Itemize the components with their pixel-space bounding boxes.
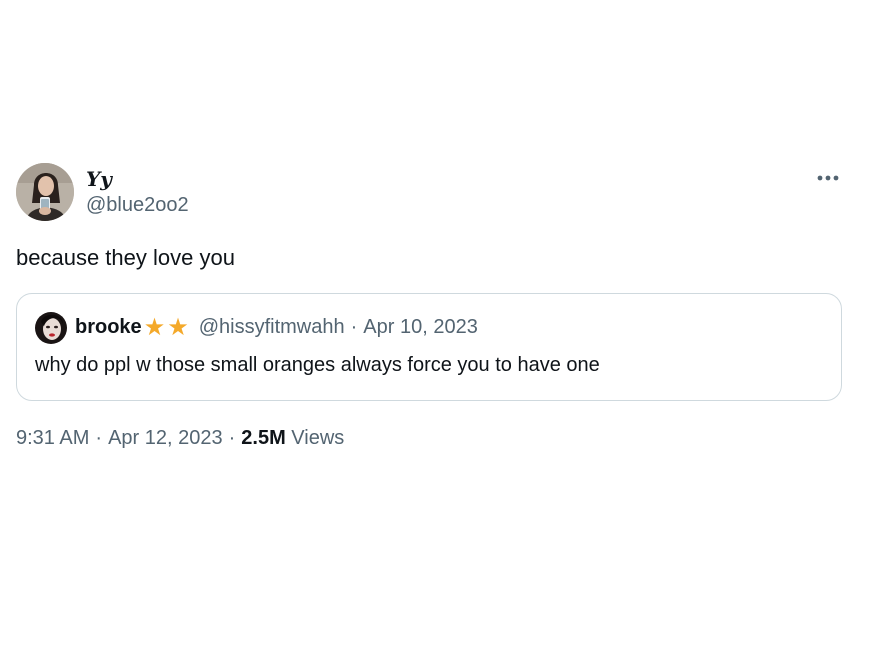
more-options-button[interactable]: [814, 168, 842, 188]
quoted-author-badges: ★ ★: [143, 313, 191, 341]
meta-separator: ·: [95, 426, 103, 449]
tweet-meta: 9:31 AM · Apr 12, 2023 · 2.5M Views: [16, 427, 842, 450]
tweet-header: Yy @blue2oo2: [16, 162, 842, 222]
author-handle[interactable]: @blue2oo2: [86, 193, 189, 217]
views-label: Views: [291, 426, 345, 449]
author-avatar-image: [16, 163, 74, 221]
author-display-name[interactable]: Yy: [86, 167, 189, 191]
quoted-author-avatar[interactable]: [35, 311, 67, 344]
star-icon: ★: [167, 313, 189, 341]
quoted-author-name[interactable]: brooke: [75, 316, 142, 339]
tweet-time[interactable]: 9:31 AM: [16, 427, 89, 449]
quoted-author-avatar-image: [35, 311, 67, 344]
author-avatar[interactable]: [16, 163, 74, 221]
quoted-tweet-text: why do ppl w those small oranges always …: [35, 353, 600, 376]
quoted-separator: ·: [350, 316, 358, 339]
tweet-text: because they love you: [16, 245, 235, 270]
quoted-author-handle[interactable]: @hissyfitmwahh: [199, 316, 345, 339]
quoted-tweet-card[interactable]: brooke ★ ★ @hissyfitmwahh · Apr 10, 2023…: [16, 292, 842, 401]
author-names: Yy @blue2oo2: [86, 167, 189, 217]
meta-separator: ·: [228, 426, 236, 449]
quoted-tweet-date[interactable]: Apr 10, 2023: [363, 316, 478, 339]
more-horizontal-icon: [817, 175, 839, 181]
quoted-tweet-header: brooke ★ ★ @hissyfitmwahh · Apr 10, 2023: [35, 311, 823, 344]
star-icon: ★: [143, 313, 166, 341]
tweet-date[interactable]: Apr 12, 2023: [108, 427, 223, 449]
tweet: Yy @blue2oo2 because they love you brook…: [16, 162, 842, 450]
views-count: 2.5M: [241, 426, 286, 449]
